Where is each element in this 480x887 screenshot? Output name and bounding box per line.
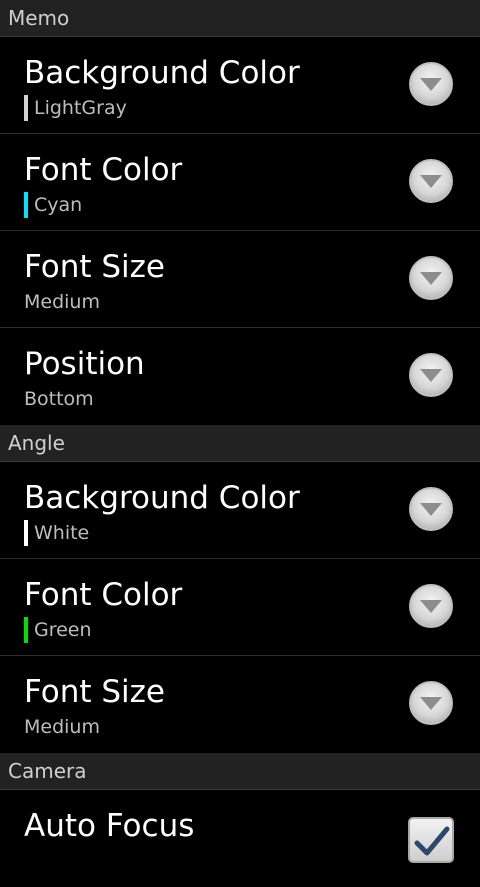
color-swatch <box>24 192 28 218</box>
dropdown-arrow-icon[interactable] <box>409 159 453 203</box>
dropdown-arrow-icon[interactable] <box>409 487 453 531</box>
camera-auto-focus-setting[interactable]: Auto Focus <box>0 790 480 887</box>
section-header-memo: Memo <box>0 0 480 37</box>
setting-summary: White <box>24 520 89 546</box>
angle-font-color-setting[interactable]: Font Color Green <box>0 559 480 656</box>
settings-list: Memo Background Color LightGray Font Col… <box>0 0 480 887</box>
setting-title: Background Color <box>24 55 300 91</box>
memo-position-setting[interactable]: Position Bottom <box>0 328 480 425</box>
setting-value: Medium <box>24 291 100 313</box>
dropdown-arrow-icon[interactable] <box>409 353 453 397</box>
setting-title: Font Size <box>24 674 165 710</box>
setting-summary: Bottom <box>24 386 94 412</box>
setting-title: Font Size <box>24 249 165 285</box>
memo-background-color-setting[interactable]: Background Color LightGray <box>0 37 480 134</box>
setting-value: Green <box>34 619 92 641</box>
setting-title: Font Color <box>24 577 183 613</box>
angle-background-color-setting[interactable]: Background Color White <box>0 462 480 559</box>
section-header-angle: Angle <box>0 425 480 462</box>
setting-value: Bottom <box>24 388 94 410</box>
setting-value: LightGray <box>34 97 127 119</box>
angle-font-size-setting[interactable]: Font Size Medium <box>0 656 480 753</box>
setting-summary: LightGray <box>24 95 127 121</box>
setting-summary: Medium <box>24 714 100 740</box>
memo-font-color-setting[interactable]: Font Color Cyan <box>0 134 480 231</box>
dropdown-arrow-icon[interactable] <box>409 62 453 106</box>
setting-summary: Cyan <box>24 192 82 218</box>
dropdown-arrow-icon[interactable] <box>409 256 453 300</box>
setting-summary: Green <box>24 617 92 643</box>
setting-title: Background Color <box>24 480 300 516</box>
memo-font-size-setting[interactable]: Font Size Medium <box>0 231 480 328</box>
dropdown-arrow-icon[interactable] <box>409 584 453 628</box>
auto-focus-checkbox[interactable] <box>408 817 454 863</box>
setting-value: White <box>34 522 90 544</box>
setting-title: Font Color <box>24 152 183 188</box>
setting-title: Position <box>24 346 145 382</box>
color-swatch <box>24 520 28 546</box>
setting-value: Medium <box>24 716 100 738</box>
setting-value: Cyan <box>34 194 83 216</box>
color-swatch <box>24 617 28 643</box>
setting-title: Auto Focus <box>24 808 195 844</box>
setting-summary: Medium <box>24 289 100 315</box>
color-swatch <box>24 95 28 121</box>
dropdown-arrow-icon[interactable] <box>409 681 453 725</box>
section-header-camera: Camera <box>0 753 480 790</box>
